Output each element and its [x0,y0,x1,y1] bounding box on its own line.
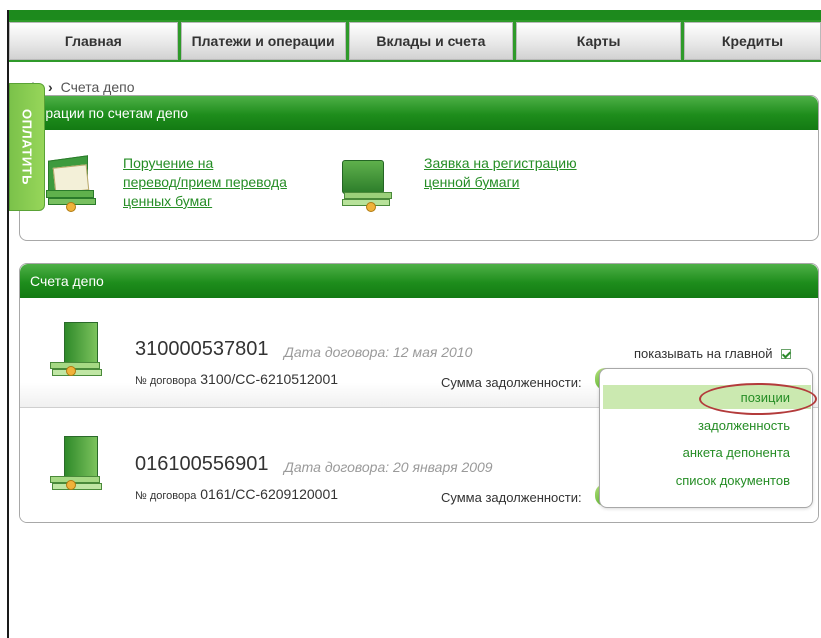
pay-tab-label: ОПЛАТИТЬ [19,109,35,185]
documents-folder-icon [44,154,104,214]
operations-title-text: перации по счетам депо [30,105,189,121]
account-operations-dropdown: позиции задолженность анкета депонента с… [599,368,817,508]
contract-number: № договора 0161/СС-6209120001 [135,486,338,502]
transfer-order-link[interactable]: Поручение на перевод/прием перевода ценн… [123,154,333,211]
menu-item-depositor-form[interactable]: анкета депонента [683,445,790,460]
contract-value: 0161/СС-6209120001 [200,486,339,502]
menu-item-debt[interactable]: задолженность [698,418,790,433]
contract-prefix: № договора [135,375,197,387]
breadcrumb-current: Счета депо [60,79,135,95]
tab-cards[interactable]: Карты [516,22,682,60]
contract-value: 3100/СС-6210512001 [200,371,339,387]
operations-panel: перации по счетам депо Поручение на пере… [19,95,819,241]
tab-payments[interactable]: Платежи и операции [180,22,346,60]
contract-date: Дата договора: 12 мая 2010 [284,344,473,360]
chevron-right-icon: › [48,79,53,95]
depo-account-icon [48,322,108,384]
contract-date: Дата договора: 20 января 2009 [284,459,493,475]
debt-label: Сумма задолженности: [441,375,582,390]
show-on-main-toggle: показывать на главной [634,346,791,361]
account-number[interactable]: 016100556901 [135,453,268,476]
briefcase-icon [336,152,396,212]
debt-label: Сумма задолженности: [441,490,582,505]
menu-item-documents-list[interactable]: список документов [676,473,790,488]
contract-prefix: № договора [135,490,197,502]
main-navigation: Главная Платежи и операции Вклады и счет… [9,20,821,62]
annotation-oval [699,383,817,415]
show-on-main-checkbox[interactable] [780,348,791,359]
accounts-panel-title: Счета депо [20,264,818,298]
show-on-main-label: показывать на главной [634,346,773,361]
tab-credits[interactable]: Кредиты [684,22,821,60]
pay-side-tab[interactable]: ОПЛАТИТЬ [9,83,45,211]
operations-panel-title: перации по счетам депо [20,96,818,130]
account-number[interactable]: 310000537801 [135,338,268,361]
tab-main[interactable]: Главная [9,22,178,60]
depo-account-icon [48,436,108,498]
contract-number: № договора 3100/СС-6210512001 [135,371,338,387]
tab-deposits[interactable]: Вклады и счета [348,22,514,60]
security-registration-link[interactable]: Заявка на регистрацию ценной бумаги [424,154,634,192]
accounts-title-text: Счета депо [30,273,104,289]
